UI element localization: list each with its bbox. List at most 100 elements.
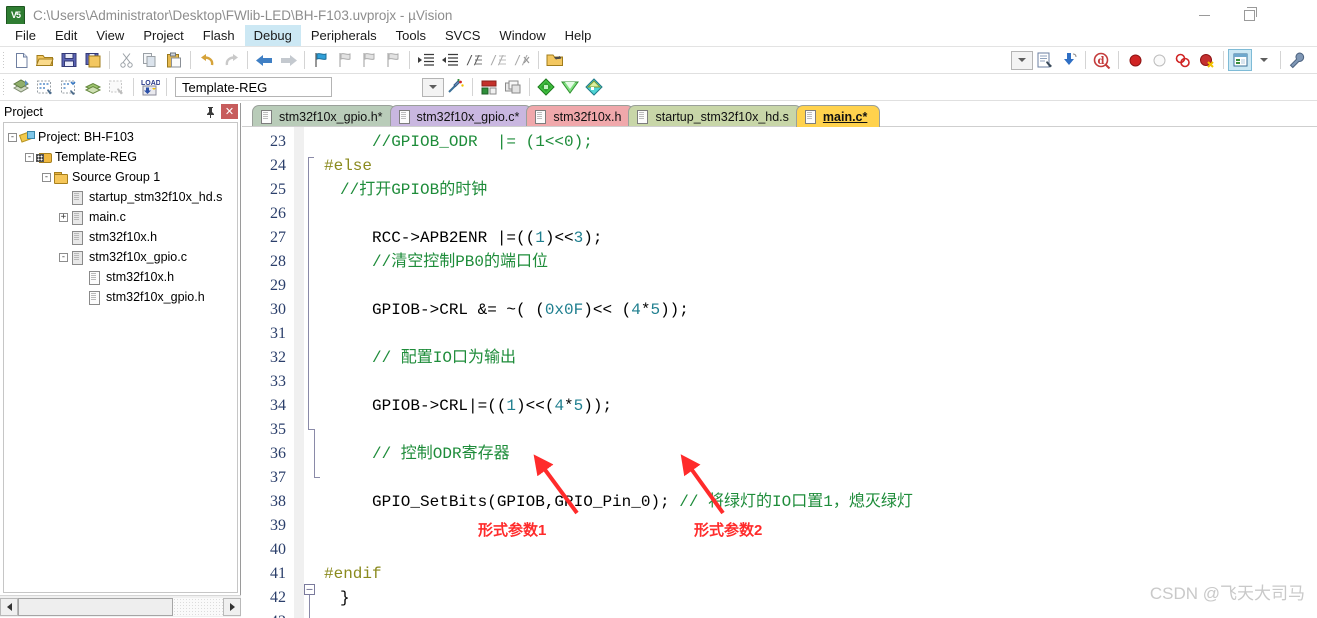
project-tree[interactable]: - Project: BH-F103- Template-REG - Source Gr… bbox=[3, 122, 238, 593]
kill-all-breakpoints-icon[interactable] bbox=[1195, 49, 1219, 71]
tree-item[interactable]: - stm32f10x_gpio.c bbox=[4, 247, 237, 267]
bookmark-toggle-icon[interactable] bbox=[309, 49, 333, 71]
menu-item-peripherals[interactable]: Peripherals bbox=[302, 25, 386, 46]
code-line[interactable]: //打开GPIOB的时钟 bbox=[340, 178, 487, 202]
outdent-icon[interactable] bbox=[438, 49, 462, 71]
tree-item[interactable]: stm32f10x_gpio.h bbox=[4, 287, 237, 307]
save-all-icon[interactable] bbox=[81, 49, 105, 71]
bookmark-prev-icon[interactable] bbox=[333, 49, 357, 71]
code-text-area[interactable]: //GPIOB_ODR |= (1<<0); #else //打开GPIOB的时钟 R… bbox=[324, 127, 1317, 618]
toolbar-grip[interactable] bbox=[2, 78, 6, 96]
code-line[interactable]: #else bbox=[324, 154, 372, 178]
target-dropdown-arrow[interactable] bbox=[422, 77, 444, 97]
tree-item[interactable]: stm32f10x.h bbox=[4, 267, 237, 287]
tree-item[interactable]: startup_stm32f10x_hd.s bbox=[4, 187, 237, 207]
collapse-toggle-icon[interactable]: - bbox=[8, 132, 17, 142]
menu-item-svcs[interactable]: SVCS bbox=[436, 25, 489, 46]
manage-windows-dropdown[interactable] bbox=[1252, 49, 1276, 71]
configure-icon[interactable] bbox=[1033, 49, 1057, 71]
debug-session-icon[interactable]: d bbox=[1090, 49, 1114, 71]
menu-item-flash[interactable]: Flash bbox=[194, 25, 244, 46]
insert-breakpoint-icon[interactable] bbox=[1123, 49, 1147, 71]
rebuild-icon[interactable] bbox=[57, 76, 81, 98]
code-line[interactable]: // 配置IO口为输出 bbox=[372, 346, 516, 370]
pin-icon[interactable] bbox=[203, 104, 218, 119]
code-line[interactable]: //GPIOB_ODR |= (1<<0); bbox=[372, 130, 593, 154]
target-options-icon[interactable] bbox=[444, 76, 468, 98]
code-line[interactable]: #endif bbox=[324, 562, 382, 586]
open-folder-icon[interactable] bbox=[543, 49, 567, 71]
close-icon[interactable]: ✕ bbox=[221, 104, 238, 119]
new-file-icon[interactable] bbox=[9, 49, 33, 71]
scrollbar-thumb[interactable] bbox=[18, 597, 173, 616]
tree-item[interactable]: - Project: BH-F103 bbox=[4, 127, 237, 147]
debug-target-dropdown[interactable] bbox=[1011, 50, 1033, 70]
code-line[interactable]: RCC->APB2ENR |=((1)<<3); bbox=[372, 226, 602, 250]
comment-icon[interactable]: // bbox=[462, 49, 486, 71]
stop-build-icon[interactable] bbox=[105, 76, 129, 98]
menu-item-window[interactable]: Window bbox=[490, 25, 554, 46]
editor-tab[interactable]: stm32f10x_gpio.h* bbox=[252, 105, 396, 127]
expand-toggle-icon[interactable]: + bbox=[59, 212, 68, 222]
collapse-toggle-icon[interactable]: - bbox=[42, 172, 51, 182]
components-icon[interactable] bbox=[501, 76, 525, 98]
manage-windows-icon[interactable] bbox=[1228, 49, 1252, 71]
manage-packs-icon[interactable] bbox=[582, 76, 606, 98]
manage-project-items-icon[interactable] bbox=[477, 76, 501, 98]
breakpoint-disabled-icon[interactable] bbox=[1147, 49, 1171, 71]
batch-build-icon[interactable] bbox=[81, 76, 105, 98]
menu-item-debug[interactable]: Debug bbox=[244, 25, 301, 46]
open-file-icon[interactable] bbox=[33, 49, 57, 71]
editor-tab[interactable]: stm32f10x_gpio.c* bbox=[389, 105, 533, 127]
undo-icon[interactable] bbox=[195, 49, 219, 71]
paste-icon[interactable] bbox=[162, 49, 186, 71]
manage-runtime-icon[interactable] bbox=[558, 76, 582, 98]
editor-tab[interactable]: startup_stm32f10x_hd.s bbox=[628, 105, 802, 127]
menu-item-tools[interactable]: Tools bbox=[387, 25, 435, 46]
collapse-toggle-icon[interactable]: - bbox=[59, 252, 68, 262]
navigate-back-icon[interactable] bbox=[252, 49, 276, 71]
configure-target-icon[interactable] bbox=[1285, 49, 1309, 71]
load-icon[interactable]: LOAD bbox=[138, 76, 162, 98]
tree-item[interactable]: - Template-REG bbox=[4, 147, 237, 167]
navigate-forward-icon[interactable] bbox=[276, 49, 300, 71]
uncomment-block-icon[interactable]: // bbox=[510, 49, 534, 71]
build-icon[interactable] bbox=[33, 76, 57, 98]
scrollbar-track[interactable] bbox=[173, 597, 223, 616]
scroll-left-button[interactable] bbox=[0, 597, 18, 616]
save-icon[interactable] bbox=[57, 49, 81, 71]
code-line[interactable]: // 控制ODR寄存器 bbox=[372, 442, 510, 466]
code-line[interactable]: GPIOB->CRL &= ~( (0x0F)<< (4*5)); bbox=[372, 298, 689, 322]
code-line[interactable]: //清空控制PB0的端口位 bbox=[372, 250, 548, 274]
copy-icon[interactable] bbox=[138, 49, 162, 71]
code-line[interactable]: } bbox=[340, 586, 350, 610]
tree-item[interactable]: + main.c bbox=[4, 207, 237, 227]
code-line[interactable]: GPIOB->CRL|=((1)<<(4*5)); bbox=[372, 394, 612, 418]
bookmark-clear-icon[interactable] bbox=[381, 49, 405, 71]
indent-icon[interactable] bbox=[414, 49, 438, 71]
pack-installer-icon[interactable] bbox=[534, 76, 558, 98]
scroll-right-button[interactable] bbox=[223, 597, 241, 616]
uncomment-icon[interactable]: // bbox=[486, 49, 510, 71]
code-line[interactable]: GPIO_SetBits(GPIOB,GPIO_Pin_0); // 将绿灯的I… bbox=[372, 490, 913, 514]
code-editor[interactable]: 23 24 25 26 27 28 29 30 31 32 33 34 35 36 37 38 39 40 41 42… bbox=[242, 127, 1317, 618]
menu-item-edit[interactable]: Edit bbox=[46, 25, 86, 46]
tree-item[interactable]: - Source Group 1 bbox=[4, 167, 237, 187]
code-folding-column[interactable]: – bbox=[304, 127, 324, 618]
bookmark-next-icon[interactable] bbox=[357, 49, 381, 71]
toolbar-grip[interactable] bbox=[2, 51, 6, 69]
collapse-toggle-icon[interactable]: - bbox=[25, 152, 34, 162]
menu-item-help[interactable]: Help bbox=[556, 25, 601, 46]
cut-icon[interactable] bbox=[114, 49, 138, 71]
fold-toggle-45[interactable]: – bbox=[304, 584, 315, 595]
menu-item-project[interactable]: Project bbox=[134, 25, 192, 46]
editor-tab[interactable]: stm32f10x.h bbox=[526, 105, 635, 127]
translate-icon[interactable] bbox=[9, 76, 33, 98]
target-selector[interactable]: Template-REG bbox=[175, 77, 332, 97]
menu-item-view[interactable]: View bbox=[87, 25, 133, 46]
download-icon[interactable] bbox=[1057, 49, 1081, 71]
menu-item-file[interactable]: File bbox=[6, 25, 45, 46]
project-horizontal-scrollbar[interactable] bbox=[0, 595, 241, 617]
disable-breakpoint-icon[interactable] bbox=[1171, 49, 1195, 71]
redo-icon[interactable] bbox=[219, 49, 243, 71]
